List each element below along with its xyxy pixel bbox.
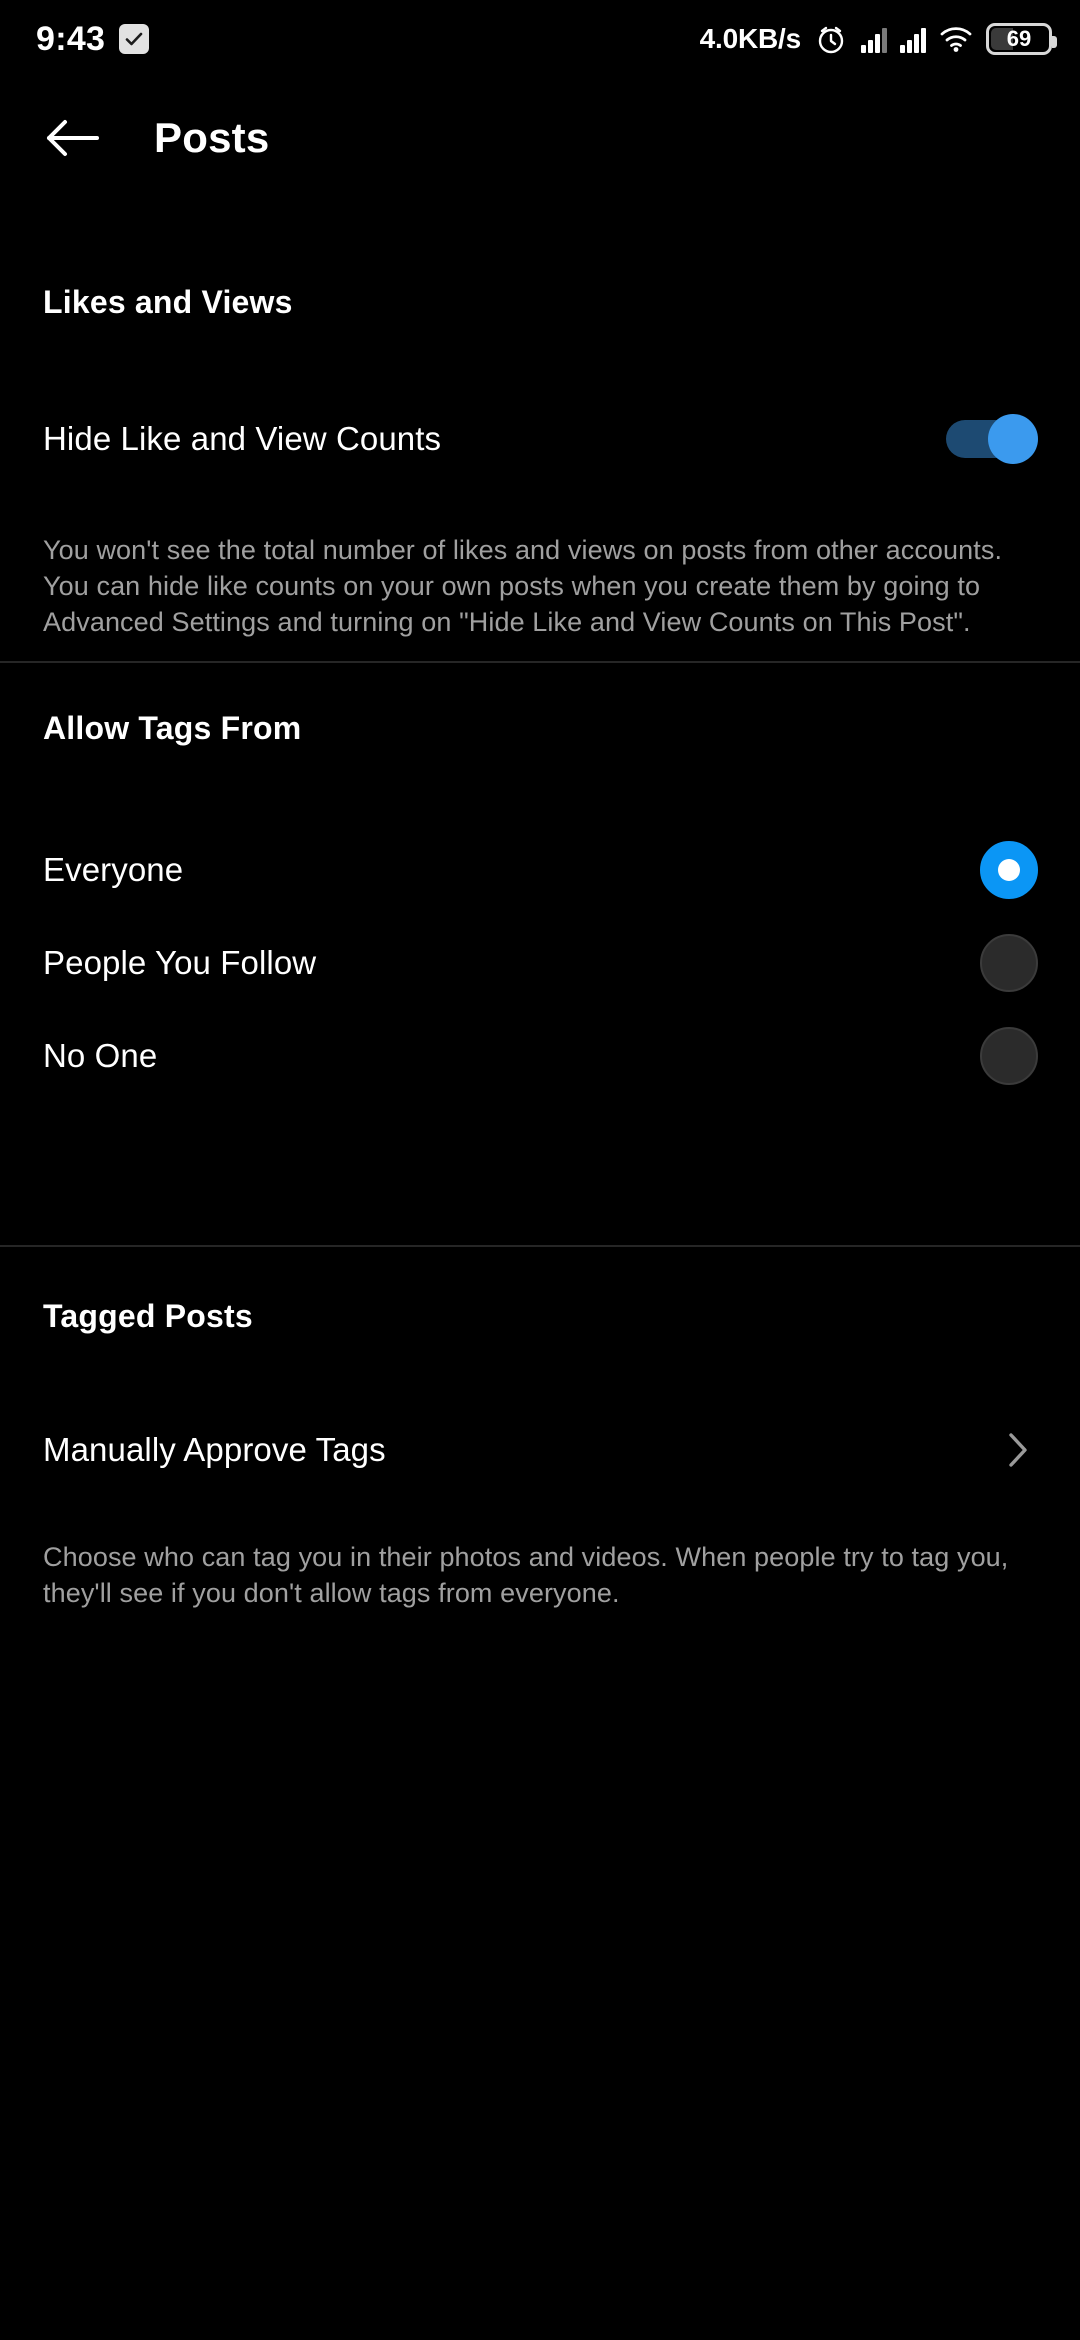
radio-label-everyone: Everyone xyxy=(43,851,184,888)
page-title: Posts xyxy=(154,114,270,161)
hide-like-and-view-counts-label: Hide Like and View Counts xyxy=(43,420,442,457)
phone-screen: 9:43 4.0KB/s 69 Posts Likes and Views Hi… xyxy=(0,0,1080,2340)
hide-like-and-view-counts-toggle[interactable] xyxy=(946,414,1038,464)
option-everyone-wrap: Everyone xyxy=(0,824,1080,916)
checkmark-badge-icon xyxy=(119,24,150,54)
network-speed-label: 4.0KB/s xyxy=(699,23,802,54)
manually-approve-tags-label: Manually Approve Tags xyxy=(43,1431,386,1468)
likes-and-views-section: Likes and Views xyxy=(0,284,1080,321)
radio-button-everyone[interactable] xyxy=(980,841,1038,899)
battery-level-label: 69 xyxy=(1006,26,1032,51)
status-bar-left: 9:43 xyxy=(36,20,150,58)
app-header: Posts xyxy=(0,78,1080,198)
section-divider xyxy=(0,1245,1080,1247)
battery-icon: 69 xyxy=(986,23,1057,55)
arrow-left-icon xyxy=(47,120,99,156)
tagged-posts-section: Tagged Posts xyxy=(0,1298,1080,1335)
cellular-signal-icon xyxy=(900,25,926,53)
radio-row-people-you-follow[interactable]: People You Follow xyxy=(0,917,1080,1009)
alarm-clock-icon xyxy=(814,22,848,56)
hide-like-counts-row-wrap: Hide Like and View Counts xyxy=(0,393,1080,485)
manually-approve-tags-wrap: Manually Approve Tags xyxy=(0,1404,1080,1496)
option-no-one-wrap: No One xyxy=(0,1010,1080,1102)
status-bar-clock: 9:43 xyxy=(36,20,106,58)
tagged-posts-description-wrap: Choose who can tag you in their photos a… xyxy=(0,1540,1080,1612)
chevron-right-icon[interactable] xyxy=(998,1430,1038,1470)
option-people-you-follow-wrap: People You Follow xyxy=(0,917,1080,1009)
likes-and-views-description: You won't see the total number of likes … xyxy=(43,535,1003,637)
tagged-posts-description: Choose who can tag you in their photos a… xyxy=(43,1542,1009,1608)
radio-row-no-one[interactable]: No One xyxy=(0,1010,1080,1102)
radio-label-no-one: No One xyxy=(43,1037,158,1074)
section-header-likes-and-views: Likes and Views xyxy=(43,284,293,320)
radio-button-people-you-follow[interactable] xyxy=(980,934,1038,992)
toggle-thumb xyxy=(988,414,1038,464)
hide-like-and-view-counts-row[interactable]: Hide Like and View Counts xyxy=(0,393,1080,485)
radio-inner-dot xyxy=(998,859,1020,881)
section-divider xyxy=(0,661,1080,663)
allow-tags-from-section: Allow Tags From xyxy=(0,710,1080,747)
wifi-icon xyxy=(939,25,973,53)
radio-button-no-one[interactable] xyxy=(980,1027,1038,1085)
cellular-signal-icon xyxy=(861,25,887,53)
back-button[interactable] xyxy=(40,105,106,171)
manually-approve-tags-row[interactable]: Manually Approve Tags xyxy=(0,1404,1080,1496)
section-header-tagged-posts: Tagged Posts xyxy=(43,1298,253,1334)
radio-label-people-you-follow: People You Follow xyxy=(43,944,317,981)
section-header-allow-tags-from: Allow Tags From xyxy=(43,710,302,746)
status-bar-right: 4.0KB/s 69 xyxy=(699,22,1057,56)
radio-row-everyone[interactable]: Everyone xyxy=(0,824,1080,916)
likes-description-wrap: You won't see the total number of likes … xyxy=(0,533,1080,641)
status-bar: 9:43 4.0KB/s 69 xyxy=(0,0,1080,78)
